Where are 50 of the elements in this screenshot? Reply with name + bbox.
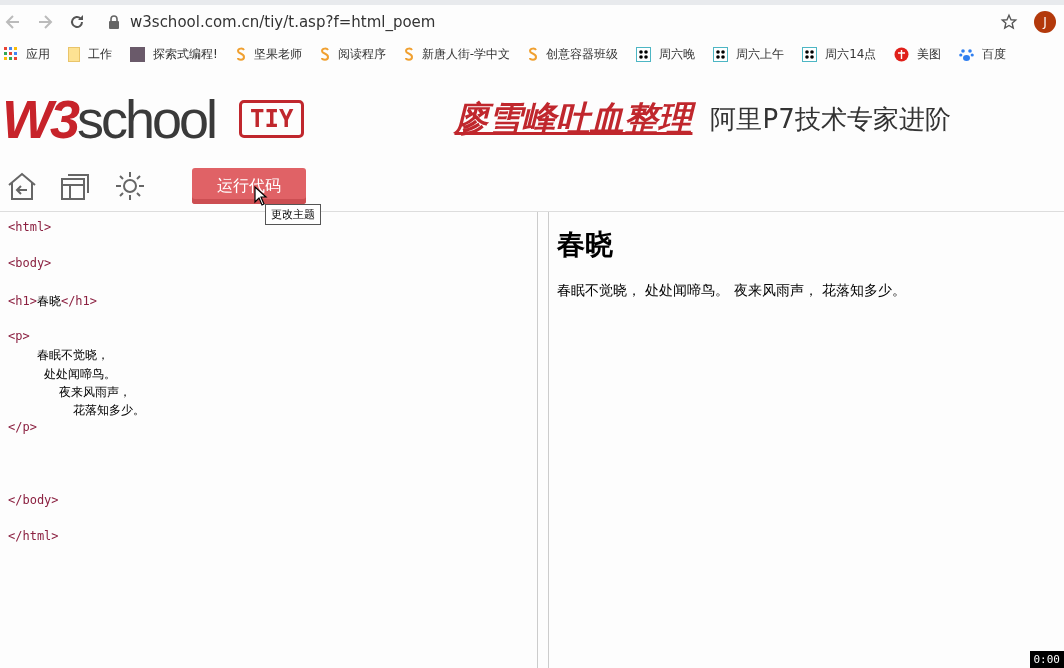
code-line: 处处闻啼鸟。 [43, 366, 117, 381]
slogan-text: 阿里P7技术专家进阶 [710, 102, 951, 136]
home-back-icon[interactable] [6, 171, 38, 201]
bookmark[interactable]: 阅读程序 [319, 45, 386, 63]
tiy-badge: TIY [239, 100, 305, 138]
paw-icon [959, 46, 975, 62]
site-logo[interactable]: W3school [2, 88, 216, 150]
bookmark[interactable]: 应用 [4, 45, 50, 63]
code-line: </html> [8, 529, 59, 544]
address-bar[interactable]: w3school.com.cn/tiy/t.asp?f=html_poem [130, 13, 1000, 31]
s-logo-icon [319, 47, 330, 61]
preview-paragraph: 春眠不觉晓， 处处闻啼鸟。 夜来风雨声， 花落知多少。 [557, 282, 908, 300]
bookmark[interactable]: 探索式编程! [130, 45, 218, 63]
code-line: 夜来风雨声， [57, 384, 131, 399]
code-line: <body> [8, 256, 52, 271]
code-line: <p> [8, 329, 30, 344]
code-line: 春眠不觉晓， [35, 348, 109, 363]
bookmark[interactable]: 周六14点 [802, 45, 877, 63]
sun-icon[interactable] [114, 170, 146, 202]
s-logo-icon [403, 47, 414, 61]
reload-icon[interactable] [68, 13, 86, 31]
bookmark[interactable]: 周六上午 [713, 45, 785, 63]
thumbnail-icon [130, 46, 145, 62]
lock-icon [108, 15, 120, 29]
s-logo-icon [235, 47, 246, 61]
s-logo-icon [528, 47, 539, 61]
tooltip: 更改主题 [265, 204, 321, 225]
code-line: </body> [8, 492, 59, 507]
code-line: </p> [8, 420, 37, 435]
profile-avatar[interactable]: J [1034, 11, 1056, 33]
grid-icon [4, 47, 18, 61]
four-dots-icon [713, 46, 729, 62]
round-logo-icon [894, 46, 910, 62]
star-icon[interactable] [1000, 13, 1018, 31]
code-line: 花落知多少。 [72, 402, 146, 417]
bookmark[interactable]: 周六晚 [636, 45, 696, 63]
four-dots-icon [802, 46, 818, 62]
timer-badge: 0:00 [1029, 651, 1064, 668]
code-line: <html> [8, 220, 52, 234]
bookmark[interactable]: 新唐人街-学中文 [403, 45, 511, 63]
bookmark[interactable]: 工作 [68, 45, 112, 63]
code-line: <h1>春晓</h1> [8, 293, 98, 308]
four-dots-icon [636, 46, 652, 62]
bookmark[interactable]: 创意容器班级 [528, 45, 619, 63]
preview-heading: 春晓 [557, 227, 614, 263]
bookmark[interactable]: 百度 [959, 45, 1007, 63]
folder-icon [68, 46, 80, 62]
bookmark[interactable]: 美图 [894, 45, 942, 63]
bookmark[interactable]: 坚果老师 [235, 45, 302, 63]
layout-icon[interactable] [60, 171, 92, 201]
